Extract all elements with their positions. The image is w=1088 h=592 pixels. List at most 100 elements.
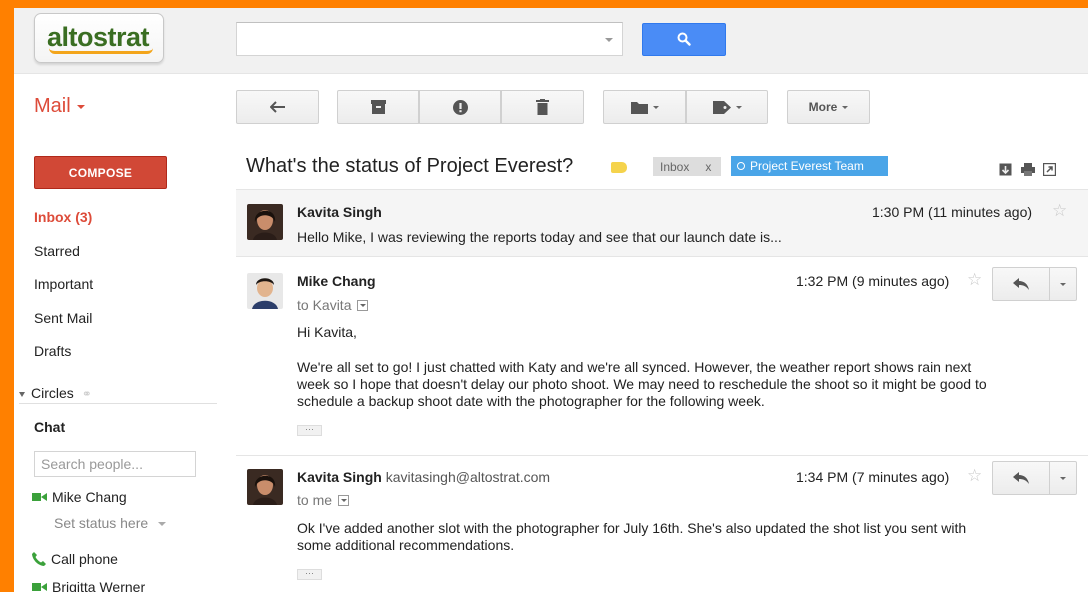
thread-actions	[999, 162, 1057, 177]
phone-icon	[32, 552, 46, 566]
back-button[interactable]	[236, 90, 319, 124]
print-icon[interactable]	[1021, 163, 1035, 176]
show-details-icon[interactable]	[357, 299, 369, 311]
avatar	[247, 469, 283, 505]
sender-name[interactable]: Kavita Singh	[297, 204, 382, 220]
reply-icon	[1013, 472, 1029, 484]
chevron-down-icon	[158, 522, 167, 527]
show-trimmed-content-button[interactable]: ···	[297, 425, 322, 436]
sender-name: Kavita Singh	[297, 469, 382, 485]
archive-icon	[370, 100, 386, 114]
label-name: Project Everest Team	[750, 159, 864, 173]
more-actions-button[interactable]	[1049, 462, 1076, 494]
chat-contact[interactable]: Mike Chang	[32, 489, 127, 505]
label-name: Inbox	[660, 159, 690, 174]
loading-icon: ⚭	[81, 387, 92, 401]
sidebar-item-starred[interactable]: Starred	[34, 243, 80, 259]
video-icon	[32, 583, 47, 591]
archive-button[interactable]	[337, 90, 419, 124]
sender-name[interactable]: Mike Chang	[297, 273, 376, 289]
folder-icon	[630, 101, 648, 114]
recipients-text: to me	[297, 492, 333, 508]
delete-button[interactable]	[502, 90, 584, 124]
call-phone-label: Call phone	[51, 551, 118, 567]
spam-icon	[452, 99, 468, 115]
more-label: More	[808, 100, 838, 114]
people-search-box	[34, 451, 196, 477]
label-chip-project-everest-team[interactable]: Project Everest Team	[731, 156, 888, 176]
circle-icon	[737, 162, 745, 170]
search-people-input[interactable]	[35, 452, 195, 476]
sender-line[interactable]: Kavita Singh kavitasingh@altostrat.com	[297, 469, 550, 485]
status-text: Set status here	[54, 515, 149, 531]
search-box	[236, 22, 623, 56]
chevron-down-icon	[652, 105, 659, 109]
sidebar-item-circles[interactable]: Circles ⚭	[19, 385, 217, 404]
expand-all-icon[interactable]	[999, 163, 1012, 176]
show-trimmed-content-button[interactable]: ···	[297, 569, 322, 580]
contact-name: Mike Chang	[52, 489, 127, 505]
top-bar: altostrat	[14, 8, 1088, 74]
more-button[interactable]: More	[787, 90, 870, 124]
sidebar-item-inbox[interactable]: Inbox (3)	[34, 209, 92, 225]
search-icon	[677, 32, 691, 46]
reply-button-group	[992, 461, 1077, 495]
remove-label-icon[interactable]: x	[705, 160, 711, 174]
thread-subject: What's the status of Project Everest?	[246, 155, 574, 177]
important-marker-icon[interactable]	[611, 162, 627, 173]
move-to-button[interactable]	[603, 90, 686, 124]
search-input[interactable]	[237, 23, 622, 55]
message-body-line: We're all set to go! I just chatted with…	[297, 359, 972, 375]
search-button[interactable]	[642, 23, 726, 56]
avatar	[247, 204, 283, 240]
message-collapsed[interactable]	[236, 189, 1088, 257]
chevron-down-icon	[76, 104, 85, 109]
message-body-line: Ok I've added another slot with the phot…	[297, 520, 967, 536]
mail-switcher[interactable]: Mail	[34, 95, 85, 118]
sidebar-item-important[interactable]: Important	[34, 276, 93, 292]
tag-icon	[712, 100, 731, 114]
message-snippet: Hello Mike, I was reviewing the reports …	[297, 229, 782, 245]
recipients-text: to Kavita	[297, 297, 352, 313]
message-body-line: schedule a backup shoot date with the ph…	[297, 393, 765, 409]
reply-button[interactable]	[993, 462, 1050, 494]
call-phone-link[interactable]: Call phone	[32, 551, 118, 567]
set-status-dropdown[interactable]: Set status here	[54, 515, 167, 531]
star-icon[interactable]: ☆	[967, 466, 982, 486]
new-window-icon[interactable]	[1042, 162, 1057, 177]
sender-email: kavitasingh@altostrat.com	[385, 469, 551, 485]
sidebar-item-sent-mail[interactable]: Sent Mail	[34, 310, 92, 326]
message-body-line: week so I hope that doesn't delay our ph…	[297, 376, 987, 392]
recipients-line: to Kavita	[297, 297, 369, 313]
reply-button-group	[992, 267, 1077, 301]
reply-icon	[1013, 278, 1029, 290]
message-greeting: Hi Kavita,	[297, 324, 357, 340]
sidebar-item-drafts[interactable]: Drafts	[34, 343, 71, 359]
star-icon[interactable]: ☆	[967, 270, 982, 290]
mail-label: Mail	[34, 95, 71, 117]
chevron-down-icon	[1059, 476, 1066, 480]
report-spam-button[interactable]	[420, 90, 501, 124]
app-frame: altostrat Mail More COMPOSE Inbox (3) St…	[14, 8, 1088, 592]
message-divider	[236, 455, 1088, 456]
message-body-line: some additional recommendations.	[297, 537, 515, 553]
contact-name: Brigitta Werner	[52, 579, 146, 592]
brand-logo[interactable]: altostrat	[34, 13, 164, 63]
label-chip-inbox[interactable]: Inbox x	[653, 157, 721, 176]
back-arrow-icon	[269, 101, 285, 113]
chat-contact[interactable]: Brigitta Werner	[32, 579, 145, 592]
compose-button[interactable]: COMPOSE	[34, 156, 167, 189]
message-time: 1:30 PM (11 minutes ago)	[872, 204, 1033, 220]
search-options-icon[interactable]	[605, 38, 613, 42]
expand-icon	[19, 391, 25, 397]
reply-button[interactable]	[993, 268, 1050, 300]
message-time: 1:32 PM (9 minutes ago)	[796, 273, 950, 289]
show-details-icon[interactable]	[338, 494, 350, 506]
avatar	[247, 273, 283, 309]
star-icon[interactable]: ☆	[1052, 201, 1067, 221]
message-time: 1:34 PM (7 minutes ago)	[796, 469, 950, 485]
circles-label: Circles	[31, 385, 74, 401]
more-actions-button[interactable]	[1049, 268, 1076, 300]
labels-button[interactable]	[687, 90, 768, 124]
logo-swoosh	[49, 48, 153, 54]
